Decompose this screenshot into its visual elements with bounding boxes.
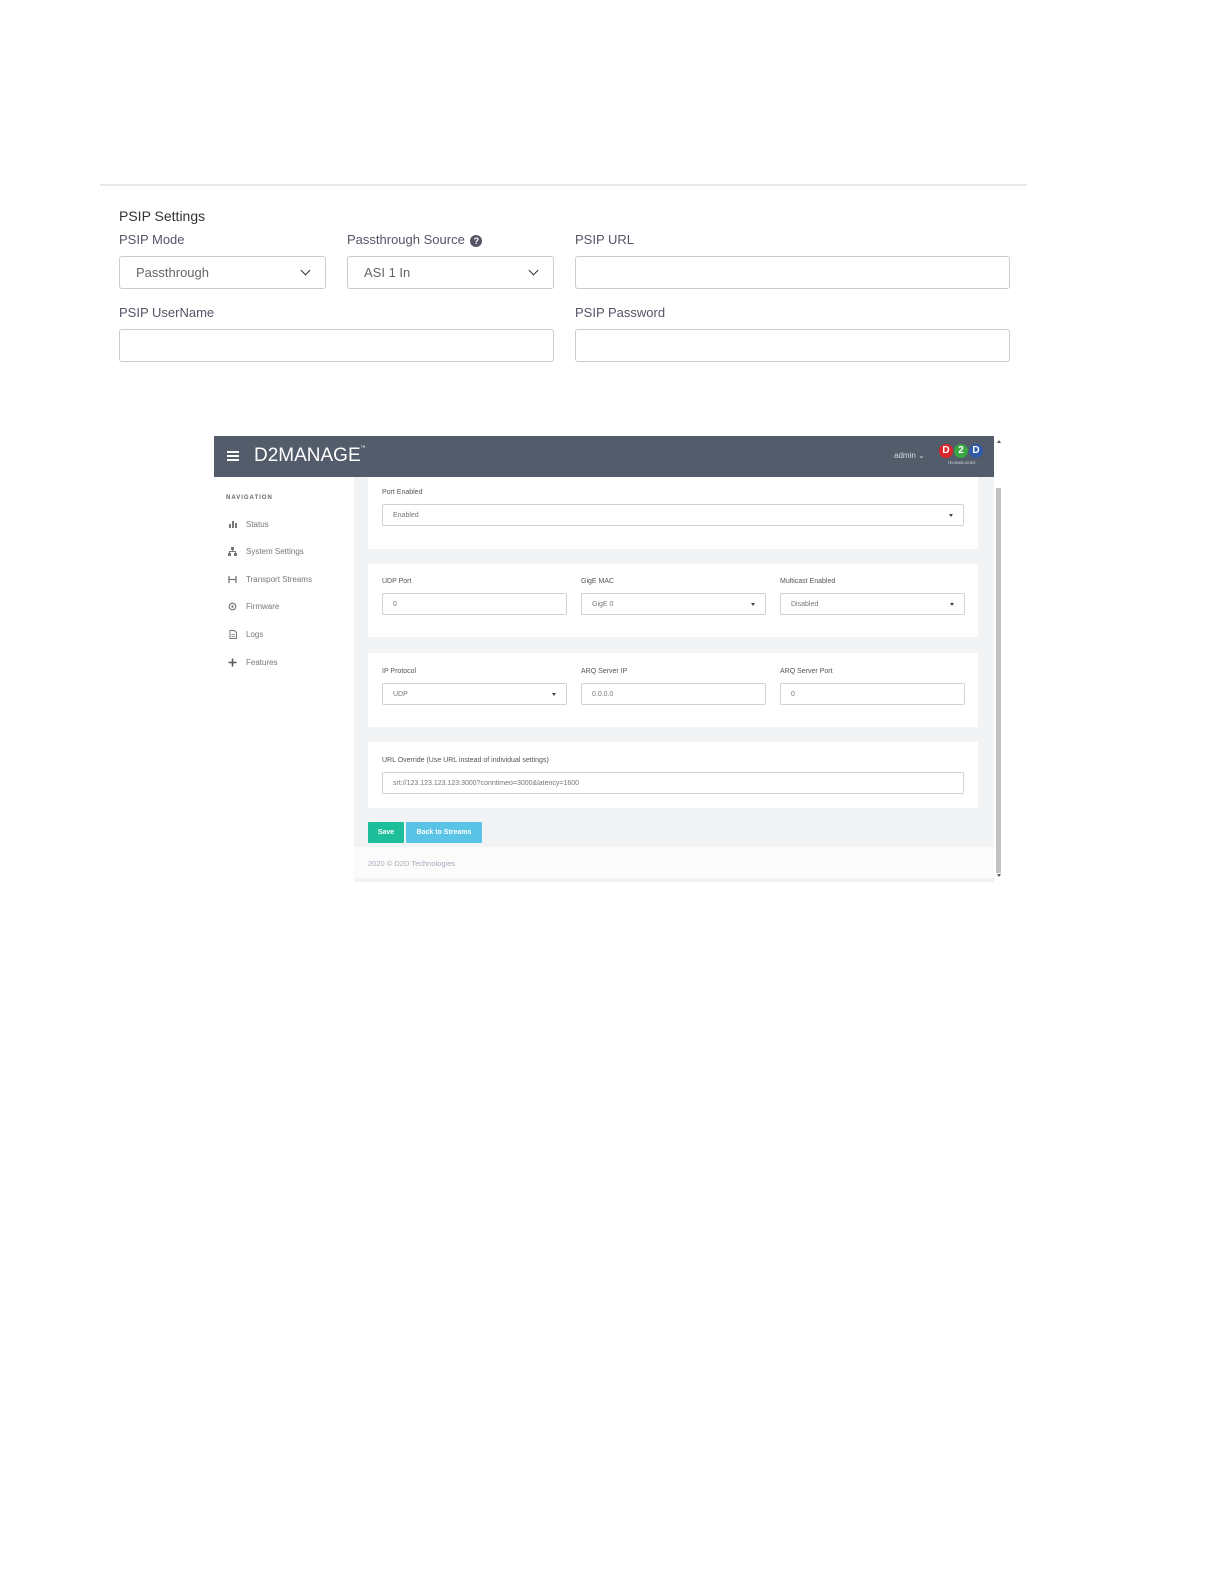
scroll-up-icon[interactable] <box>997 440 1001 443</box>
url-override-label: URL Override (Use URL instead of individ… <box>382 757 549 764</box>
chevron-down-icon <box>300 265 311 276</box>
udp-port-input[interactable]: 0 <box>382 593 567 615</box>
trademark-mark: ™ <box>360 445 366 451</box>
logo-subtitle: TECHNOLOGIES <box>947 461 976 465</box>
back-to-streams-button[interactable]: Back to Streams <box>406 822 482 843</box>
caret-down-icon <box>949 513 953 517</box>
port-enabled-label: Port Enabled <box>382 489 423 496</box>
psip-password-input[interactable] <box>575 329 1010 362</box>
gige-mac-select[interactable]: GigE 0 <box>581 593 766 615</box>
ip-protocol-select[interactable]: UDP <box>382 683 567 705</box>
hamburger-menu-icon[interactable] <box>227 451 239 461</box>
udp-port-value: 0 <box>393 600 397 608</box>
d2d-logo: D 2 D TECHNOLOGIES <box>939 444 984 470</box>
caret-down-icon <box>751 602 755 606</box>
document-icon <box>228 629 237 639</box>
sidebar-item-logs[interactable]: Logs <box>228 628 263 640</box>
arq-server-ip-value: 0.0.0.0 <box>592 690 614 698</box>
sidebar-item-system-settings[interactable]: System Settings <box>228 545 304 557</box>
arq-server-port-label: ARQ Server Port <box>780 668 833 675</box>
scroll-down-icon[interactable] <box>997 874 1001 877</box>
logo-letter-3: D <box>969 444 983 458</box>
sitemap-icon <box>228 546 237 556</box>
sidebar-item-features[interactable]: Features <box>228 656 278 668</box>
gige-mac-label: GigE MAC <box>581 578 615 585</box>
sidebar-item-label: Firmware <box>246 601 280 611</box>
passthrough-source-label: Passthrough Source ? <box>347 232 483 247</box>
save-button[interactable]: Save <box>368 822 404 843</box>
scrollbar-thumb[interactable] <box>996 488 1001 873</box>
caret-down-icon <box>552 692 556 696</box>
psip-username-label: PSIP UserName <box>119 305 215 320</box>
sidebar-item-label: Features <box>246 657 278 667</box>
navigation-heading: NAVIGATION <box>226 495 273 501</box>
url-override-value: srt://123.123.123.123:3000?conntimeo=300… <box>393 779 580 787</box>
multicast-enabled-value: Disabled <box>791 600 819 608</box>
ip-protocol-label: IP Protocol <box>382 668 417 675</box>
chevron-down-icon <box>528 265 539 276</box>
brand-logo-text: D2MANAGE™ <box>254 445 366 467</box>
sidebar-item-label: System Settings <box>246 546 304 556</box>
url-override-input[interactable]: srt://123.123.123.123:3000?conntimeo=300… <box>382 772 964 794</box>
sidebar-item-status[interactable]: Status <box>228 518 269 530</box>
psip-mode-select[interactable]: Passthrough <box>119 256 326 289</box>
section-divider <box>100 184 1027 186</box>
port-enabled-select[interactable]: Enabled <box>382 504 964 526</box>
d2manage-screenshot: D2MANAGE™ admin ⌄ D 2 D TECHNOLOGIES NAV… <box>214 436 1004 882</box>
psip-password-label: PSIP Password <box>575 305 666 320</box>
arq-server-ip-label: ARQ Server IP <box>581 668 628 675</box>
user-menu[interactable]: admin ⌄ <box>894 451 925 460</box>
question-circle-icon[interactable]: ? <box>470 235 483 247</box>
sidebar-item-label: Transport Streams <box>246 574 312 584</box>
gear-icon <box>228 602 237 611</box>
bar-chart-icon <box>228 520 237 529</box>
plus-icon <box>228 658 237 667</box>
sidebar-item-firmware[interactable]: Firmware <box>228 600 279 612</box>
psip-settings-title: PSIP Settings <box>119 208 206 224</box>
passthrough-source-select[interactable]: ASI 1 In <box>347 256 554 289</box>
psip-mode-label: PSIP Mode <box>119 232 185 247</box>
port-enabled-value: Enabled <box>393 511 419 519</box>
arq-server-port-value: 0 <box>791 690 795 698</box>
arq-server-port-input[interactable]: 0 <box>780 683 965 705</box>
sidebar-item-label: Logs <box>246 629 264 639</box>
psip-username-input[interactable] <box>119 329 554 362</box>
psip-url-label: PSIP URL <box>575 232 635 247</box>
arq-server-ip-input[interactable]: 0.0.0.0 <box>581 683 766 705</box>
gige-mac-value: GigE 0 <box>592 600 614 608</box>
stream-icon <box>228 575 237 584</box>
brand-name: D2MANAGE <box>254 445 361 466</box>
ip-protocol-value: UDP <box>393 690 408 698</box>
sidebar-item-transport-streams[interactable]: Transport Streams <box>228 573 312 585</box>
multicast-enabled-label: Multicast Enabled <box>780 578 836 585</box>
footer-copyright: 2020 © D2D Technologies <box>368 859 456 868</box>
psip-url-input[interactable] <box>575 256 1010 289</box>
multicast-enabled-select[interactable]: Disabled <box>780 593 965 615</box>
logo-letter-2: 2 <box>954 444 968 458</box>
passthrough-source-label-text: Passthrough Source <box>347 232 465 247</box>
top-navbar: D2MANAGE™ admin ⌄ D 2 D TECHNOLOGIES <box>214 436 994 477</box>
psip-mode-value: Passthrough <box>136 265 209 280</box>
logo-letter-1: D <box>939 444 953 458</box>
caret-down-icon <box>950 602 954 606</box>
passthrough-source-value: ASI 1 In <box>364 265 411 280</box>
sidebar-item-label: Status <box>246 519 269 529</box>
udp-port-label: UDP Port <box>382 578 412 585</box>
